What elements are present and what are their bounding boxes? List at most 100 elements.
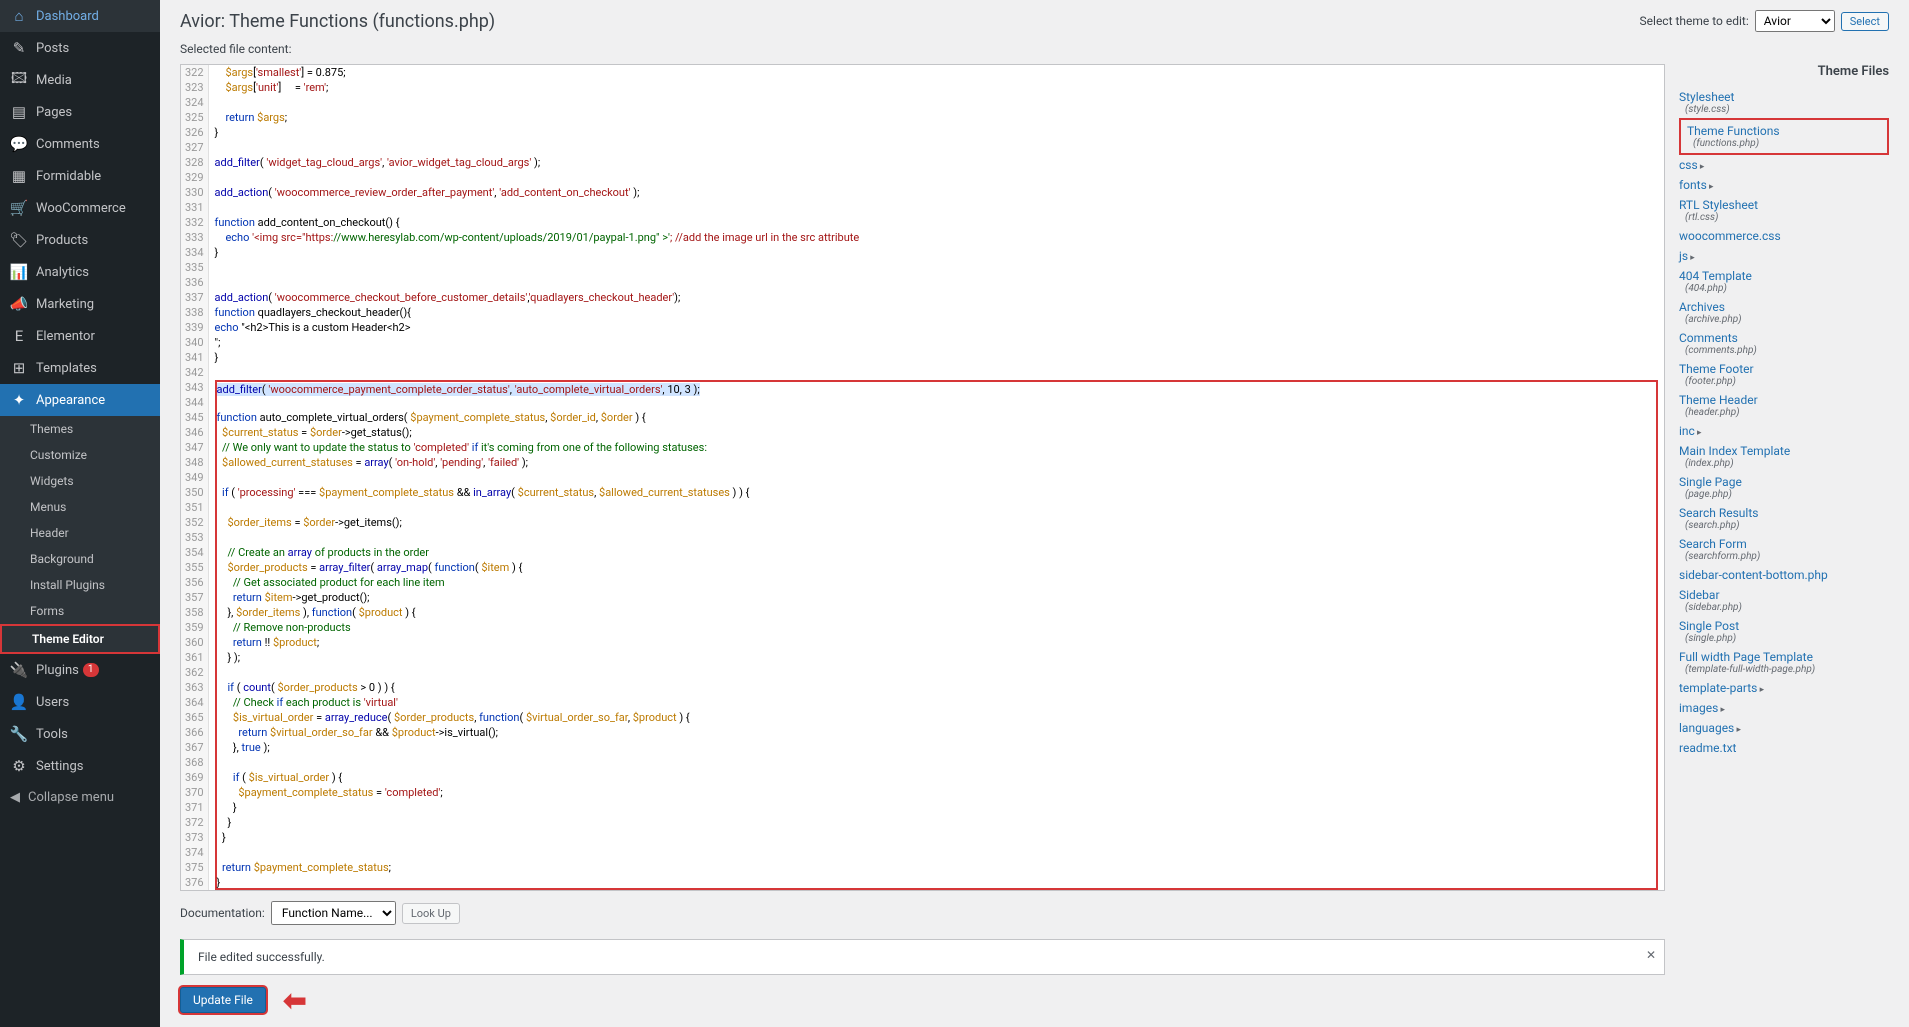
theme-file-readmetxt[interactable]: readme.txt: [1679, 738, 1889, 758]
sidebar-item-label: Dashboard: [36, 9, 99, 24]
sidebar-item-label: Marketing: [36, 297, 94, 312]
users-icon: 👤: [10, 693, 28, 711]
theme-file-404-template[interactable]: 404 Template(404.php): [1679, 266, 1889, 297]
submenu-item-install-plugins[interactable]: Install Plugins: [0, 572, 160, 598]
sidebar-item-label: Appearance: [36, 393, 105, 408]
arrow-annotation: ⬅: [283, 984, 306, 1017]
theme-file-stylesheet[interactable]: Stylesheet(style.css): [1679, 87, 1889, 118]
theme-file-theme-header[interactable]: Theme Header(header.php): [1679, 390, 1889, 421]
sidebar-item-tools[interactable]: 🔧Tools: [0, 718, 160, 750]
submenu-item-widgets[interactable]: Widgets: [0, 468, 160, 494]
submenu-item-customize[interactable]: Customize: [0, 442, 160, 468]
theme-file-template-parts[interactable]: template-parts: [1679, 678, 1889, 698]
theme-file-theme-footer[interactable]: Theme Footer(footer.php): [1679, 359, 1889, 390]
sidebar-item-label: Users: [36, 695, 69, 710]
elementor-icon: E: [10, 327, 28, 345]
theme-file-languages[interactable]: languages: [1679, 718, 1889, 738]
page-title: Avior: Theme Functions (functions.php): [180, 11, 495, 32]
file-filename: (style.css): [1679, 104, 1889, 115]
sidebar-item-plugins[interactable]: 🔌Plugins1: [0, 654, 160, 686]
theme-file-search-results[interactable]: Search Results(search.php): [1679, 503, 1889, 534]
sidebar-item-formidable[interactable]: ▦ Formidable: [0, 160, 160, 192]
line-gutter: 3223233243253263273283293303313323333343…: [181, 65, 209, 890]
theme-file-archives[interactable]: Archives(archive.php): [1679, 297, 1889, 328]
submenu-item-themes[interactable]: Themes: [0, 416, 160, 442]
sidebar-item-label: Formidable: [36, 169, 101, 184]
sidebar-item-comments[interactable]: 💬 Comments: [0, 128, 160, 160]
theme-file-images[interactable]: images: [1679, 698, 1889, 718]
sidebar-item-label: Elementor: [36, 329, 95, 344]
theme-file-rtl-stylesheet[interactable]: RTL Stylesheet(rtl.css): [1679, 195, 1889, 226]
theme-file-single-post[interactable]: Single Post(single.php): [1679, 616, 1889, 647]
sidebar-item-settings[interactable]: ⚙Settings: [0, 750, 160, 782]
documentation-label: Documentation:: [180, 906, 265, 920]
file-filename: (page.php): [1679, 489, 1889, 500]
sidebar-item-templates[interactable]: ⊞Templates: [0, 352, 160, 384]
file-filename: (comments.php): [1679, 345, 1889, 356]
woocommerce-icon: 🛒: [10, 199, 28, 217]
file-filename: (rtl.css): [1679, 212, 1889, 223]
theme-file-full-width-page-template[interactable]: Full width Page Template(template-full-w…: [1679, 647, 1889, 678]
sidebar-item-users[interactable]: 👤 Users: [0, 686, 160, 718]
products-icon: 🏷: [10, 231, 28, 249]
dismiss-notice-button[interactable]: ✕: [1646, 948, 1656, 962]
theme-file-sidebar-content-bottomphp[interactable]: sidebar-content-bottom.php: [1679, 565, 1889, 585]
sidebar-item-label: Templates: [36, 361, 97, 376]
sidebar-item-appearance[interactable]: ✦Appearance: [0, 384, 160, 416]
theme-file-comments[interactable]: Comments(comments.php): [1679, 328, 1889, 359]
submenu-item-menus[interactable]: Menus: [0, 494, 160, 520]
theme-file-css[interactable]: css: [1679, 155, 1889, 175]
collapse-menu-label: Collapse menu: [28, 790, 114, 805]
posts-icon: ✎: [10, 39, 28, 57]
sidebar-item-label: WooCommerce: [36, 201, 126, 216]
notice-text: File edited successfully.: [198, 950, 325, 964]
sidebar-item-media[interactable]: 🖾Media: [0, 64, 160, 96]
code-editor[interactable]: 3223233243253263273283293303313323333343…: [180, 64, 1665, 891]
sidebar-item-analytics[interactable]: 📊Analytics: [0, 256, 160, 288]
collapse-menu-button[interactable]: ◀ Collapse menu: [0, 782, 160, 813]
sidebar-item-pages[interactable]: ▤Pages: [0, 96, 160, 128]
select-theme-label: Select theme to edit:: [1640, 14, 1749, 28]
sidebar-item-label: Comments: [36, 137, 100, 152]
theme-file-main-index-template[interactable]: Main Index Template(index.php): [1679, 441, 1889, 472]
tools-icon: 🔧: [10, 725, 28, 743]
sidebar-item-marketing[interactable]: 📣 Marketing: [0, 288, 160, 320]
theme-file-inc[interactable]: inc: [1679, 421, 1889, 441]
sidebar-item-posts[interactable]: ✎Posts: [0, 32, 160, 64]
file-filename: (sidebar.php): [1679, 602, 1889, 613]
theme-files-panel: Theme Files Stylesheet(style.css)Theme F…: [1679, 64, 1889, 1017]
sidebar-item-label: Products: [36, 233, 88, 248]
sidebar-item-woocommerce[interactable]: 🛒 WooCommerce: [0, 192, 160, 224]
marketing-icon: 📣: [10, 295, 28, 313]
theme-file-woocommercecss[interactable]: woocommerce.css: [1679, 226, 1889, 246]
theme-file-single-page[interactable]: Single Page(page.php): [1679, 472, 1889, 503]
pages-icon: ▤: [10, 103, 28, 121]
theme-files-header: Theme Files: [1679, 64, 1889, 79]
theme-select[interactable]: Avior: [1755, 10, 1835, 32]
file-filename: (template-full-width-page.php): [1679, 664, 1889, 675]
selected-file-label: Selected file content:: [180, 42, 1889, 56]
collapse-icon: ◀: [10, 790, 20, 805]
theme-file-search-form[interactable]: Search Form(searchform.php): [1679, 534, 1889, 565]
theme-file-sidebar[interactable]: Sidebar(sidebar.php): [1679, 585, 1889, 616]
sidebar-item-elementor[interactable]: E Elementor: [0, 320, 160, 352]
file-filename: (search.php): [1679, 520, 1889, 531]
submenu-item-background[interactable]: Background: [0, 546, 160, 572]
formidable-icon: ▦: [10, 167, 28, 185]
submenu-item-theme-editor[interactable]: Theme Editor: [0, 624, 160, 654]
file-filename: (archive.php): [1679, 314, 1889, 325]
theme-file-fonts[interactable]: fonts: [1679, 175, 1889, 195]
theme-file-theme-functions[interactable]: Theme Functions(functions.php): [1679, 118, 1889, 155]
submenu-item-forms[interactable]: Forms: [0, 598, 160, 624]
sidebar-item-dashboard[interactable]: ⌂Dashboard: [0, 0, 160, 32]
submenu-item-header[interactable]: Header: [0, 520, 160, 546]
theme-file-js[interactable]: js: [1679, 246, 1889, 266]
sidebar-item-products[interactable]: 🏷 Products: [0, 224, 160, 256]
comments-icon: 💬: [10, 135, 28, 153]
code-content[interactable]: $args['smallest'] = 0.875; $args['unit']…: [209, 65, 1664, 890]
update-file-button[interactable]: Update File: [180, 987, 266, 1013]
sidebar-item-label: Plugins: [36, 663, 79, 678]
lookup-button[interactable]: Look Up: [402, 903, 460, 924]
select-theme-button[interactable]: Select: [1841, 12, 1889, 31]
file-filename: (searchform.php): [1679, 551, 1889, 562]
